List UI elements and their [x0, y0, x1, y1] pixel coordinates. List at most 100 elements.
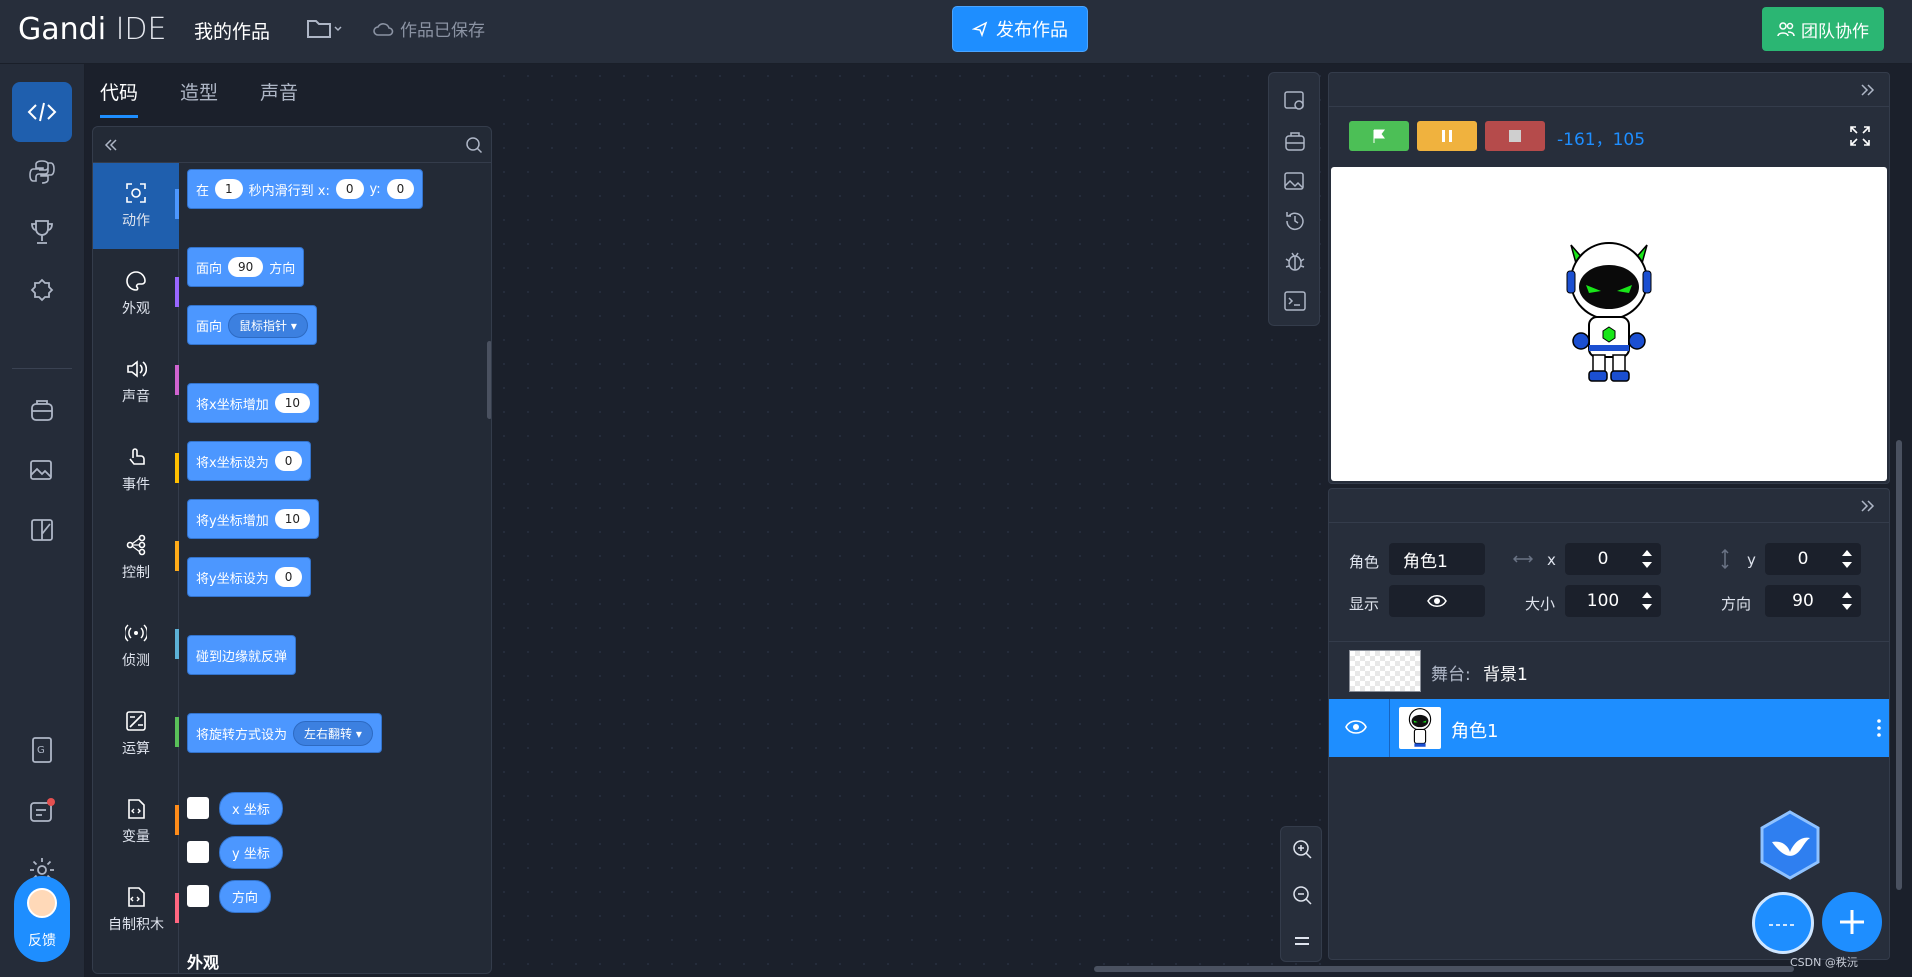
- category-variables[interactable]: 变量: [93, 779, 179, 865]
- stage-canvas[interactable]: [1331, 167, 1887, 481]
- block-input[interactable]: 1: [215, 179, 243, 199]
- robot-sprite-image[interactable]: [1559, 237, 1659, 387]
- green-flag-button[interactable]: [1349, 121, 1409, 151]
- direction-reporter[interactable]: 方向: [219, 879, 272, 913]
- block-input[interactable]: 90: [228, 257, 264, 277]
- pause-button[interactable]: [1417, 121, 1477, 151]
- search-icon[interactable]: [465, 136, 483, 154]
- tab-code[interactable]: 代码: [100, 78, 139, 118]
- app-logo[interactable]: Gandi IDE: [18, 12, 166, 47]
- eye-icon[interactable]: [1345, 719, 1367, 735]
- category-my-blocks[interactable]: 自制积木: [93, 867, 179, 953]
- code-nav-button[interactable]: [12, 82, 72, 142]
- block-text: 将x坐标增加: [196, 397, 269, 413]
- category-control[interactable]: 控制: [93, 515, 179, 601]
- stop-button[interactable]: [1485, 121, 1545, 151]
- point-direction-block[interactable]: 面向 90 方向: [187, 247, 305, 287]
- bounce-block[interactable]: 碰到边缘就反弹: [187, 635, 297, 675]
- category-looks[interactable]: 外观: [93, 251, 179, 337]
- x-field[interactable]: 0: [1565, 543, 1661, 575]
- horizontal-scrollbar[interactable]: [1094, 966, 1794, 972]
- size-label: 大小: [1525, 595, 1556, 613]
- zoom-controls: [1280, 826, 1322, 962]
- reporter-checkbox[interactable]: [187, 885, 209, 907]
- sprite-list-item[interactable]: 角色1: [1329, 699, 1889, 757]
- sprite-name-label: 角色: [1349, 553, 1380, 571]
- block-input[interactable]: 0: [274, 451, 303, 471]
- category-operators[interactable]: 运算: [93, 691, 179, 777]
- code-workspace[interactable]: [492, 64, 1328, 977]
- block-input[interactable]: 0: [274, 567, 303, 587]
- expand-icon[interactable]: [1859, 83, 1875, 97]
- direction-field[interactable]: 90: [1765, 585, 1861, 617]
- spinner-icon[interactable]: [1641, 548, 1653, 570]
- feedback-button[interactable]: 反馈: [14, 876, 70, 962]
- folder-menu[interactable]: [306, 16, 342, 42]
- category-sound[interactable]: 声音: [93, 339, 179, 425]
- stage-item[interactable]: 舞台: 背景1: [1329, 641, 1889, 701]
- notification-nav-button[interactable]: [12, 780, 72, 840]
- visibility-toggle[interactable]: [1389, 585, 1485, 617]
- terminal-icon[interactable]: [1283, 289, 1307, 313]
- change-y-block[interactable]: 将y坐标增加 10: [187, 499, 319, 539]
- size-field[interactable]: 100: [1565, 585, 1661, 617]
- history-icon[interactable]: [1283, 209, 1307, 233]
- tab-costumes[interactable]: 造型: [180, 78, 218, 118]
- extension-nav-button[interactable]: [12, 500, 72, 560]
- project-title[interactable]: 我的作品: [194, 17, 270, 44]
- mouse-coordinates: -161，105: [1557, 130, 1646, 150]
- reporter-checkbox[interactable]: [187, 797, 209, 819]
- spinner-icon[interactable]: [1641, 590, 1653, 612]
- block-input[interactable]: 0: [335, 179, 364, 199]
- spinner-icon[interactable]: [1841, 548, 1853, 570]
- team-collab-button[interactable]: 团队协作: [1762, 7, 1884, 51]
- block-input[interactable]: 0: [386, 179, 415, 199]
- glide-block[interactable]: 在 1 秒内滑行到 x: 0 y: 0: [187, 169, 424, 209]
- zoom-in-icon[interactable]: [1290, 837, 1314, 861]
- set-y-block[interactable]: 将y坐标设为 0: [187, 557, 312, 597]
- zoom-out-icon[interactable]: [1290, 883, 1314, 907]
- category-events[interactable]: 事件: [93, 427, 179, 513]
- category-label: 自制积木: [108, 917, 164, 933]
- python-nav-button[interactable]: [12, 142, 72, 202]
- backdrop-nav-button[interactable]: [12, 440, 72, 500]
- robot-icon[interactable]: [1283, 129, 1307, 153]
- gandi-nav-button[interactable]: G: [12, 720, 72, 780]
- x-position-reporter[interactable]: x 坐标: [219, 791, 283, 825]
- reporter-checkbox[interactable]: [187, 841, 209, 863]
- block-input[interactable]: 10: [274, 393, 310, 413]
- add-sprite-button[interactable]: [1822, 892, 1882, 952]
- code-search-icon[interactable]: [1283, 89, 1307, 113]
- point-towards-block[interactable]: 面向 鼠标指针 ▾: [187, 305, 317, 345]
- expand-icon[interactable]: [1859, 499, 1875, 513]
- image-heart-icon[interactable]: [1283, 169, 1307, 193]
- category-sensing[interactable]: 侦测: [93, 603, 179, 689]
- set-x-block[interactable]: 将x坐标设为 0: [187, 441, 312, 481]
- trophy-nav-button[interactable]: [12, 202, 72, 262]
- add-sprite-extension-button[interactable]: [1752, 892, 1814, 954]
- spinner-icon[interactable]: [1841, 590, 1853, 612]
- gandi-bird-icon[interactable]: [1758, 810, 1822, 880]
- more-vertical-icon[interactable]: [1877, 719, 1881, 737]
- bug-icon[interactable]: [1283, 249, 1307, 273]
- fullscreen-icon[interactable]: [1849, 125, 1871, 147]
- block-dropdown[interactable]: 鼠标指针 ▾: [228, 312, 308, 338]
- category-motion[interactable]: 动作: [93, 163, 179, 249]
- y-position-reporter[interactable]: y 坐标: [219, 835, 283, 869]
- collapse-icon[interactable]: [103, 137, 119, 153]
- vertical-scrollbar[interactable]: [1896, 440, 1902, 890]
- y-field[interactable]: 0: [1765, 543, 1861, 575]
- change-x-block[interactable]: 将x坐标增加 10: [187, 383, 319, 423]
- tab-sounds[interactable]: 声音: [260, 78, 298, 118]
- badge-nav-button[interactable]: [12, 262, 72, 322]
- left-rail: G 反馈: [0, 64, 85, 977]
- sprite-nav-button[interactable]: [12, 380, 72, 440]
- publish-button[interactable]: 发布作品: [952, 6, 1088, 52]
- save-status-text: 作品已保存: [400, 21, 485, 41]
- block-dropdown[interactable]: 左右翻转 ▾: [293, 720, 373, 746]
- sprite-name-field[interactable]: 角色1: [1389, 543, 1485, 575]
- zoom-reset-icon[interactable]: [1290, 929, 1314, 953]
- save-status: 作品已保存: [372, 16, 485, 41]
- rotation-style-block[interactable]: 将旋转方式设为 左右翻转 ▾: [187, 713, 382, 753]
- block-input[interactable]: 10: [274, 509, 310, 529]
